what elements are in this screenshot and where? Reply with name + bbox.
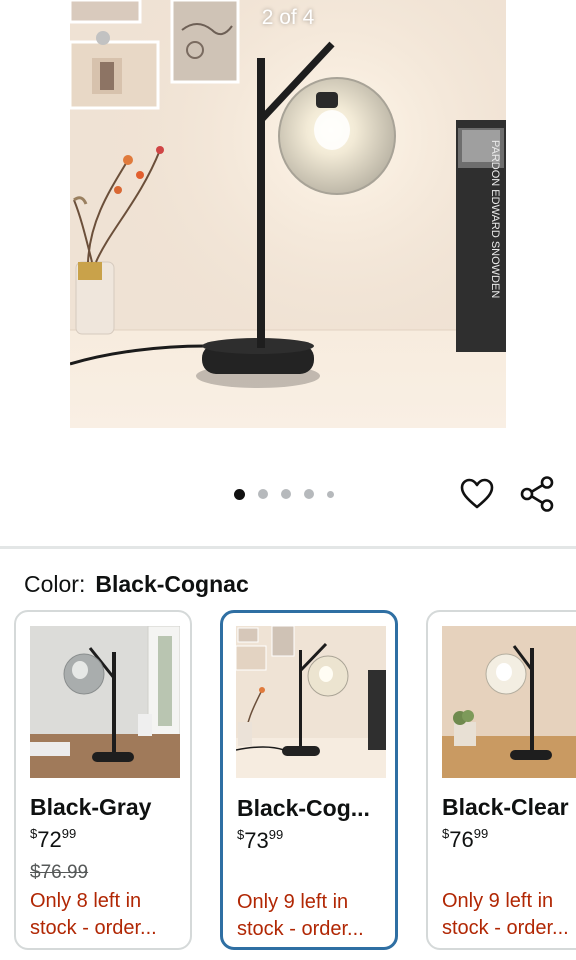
variant-stock-status: Only 9 left in stock - order... xyxy=(442,888,576,942)
variant-stock-status: Only 9 left in stock - order... xyxy=(237,889,393,943)
variant-was-price: $76.99 xyxy=(30,862,89,883)
price-fraction: 99 xyxy=(61,826,77,841)
price-whole: 72 xyxy=(37,827,62,852)
price-fraction: 99 xyxy=(473,826,489,841)
book-spine-text: PARDON EDWARD SNOWDEN xyxy=(489,140,501,298)
stock-line: stock - order... xyxy=(442,917,569,939)
carousel-dot[interactable] xyxy=(258,489,268,499)
variant-card-black-clear[interactable]: Black-Clear $7699 Only 9 left in stock -… xyxy=(426,610,576,950)
carousel-dots[interactable] xyxy=(234,488,334,500)
price-whole: 73 xyxy=(244,828,269,853)
variant-stock-status: Only 8 left in stock - order... xyxy=(30,888,186,942)
variant-thumbnail xyxy=(30,626,180,778)
selected-color: Black-Cognac xyxy=(95,571,249,597)
stock-line: stock - order... xyxy=(30,917,157,939)
color-selector-label: Color: Black-Cognac xyxy=(24,571,249,598)
variant-name: Black-Cog... xyxy=(237,795,370,821)
lamp-photo: PARDON EDWARD SNOWDEN xyxy=(70,0,506,428)
variant-card-black-cognac[interactable]: Black-Cog... $7399 Only 9 left in stock … xyxy=(220,610,398,950)
variant-thumbnail xyxy=(236,626,386,778)
variant-price: $7399 xyxy=(237,827,283,854)
color-variant-carousel[interactable]: Black-Gray $7299 $76.99 Only 8 left in s… xyxy=(0,610,576,960)
stock-line: stock - order... xyxy=(237,918,364,940)
variant-name: Black-Gray xyxy=(30,794,152,820)
section-divider xyxy=(0,546,576,549)
stock-line: Only 8 left in xyxy=(30,890,142,912)
heart-icon[interactable] xyxy=(460,477,494,511)
stock-line: Only 9 left in xyxy=(442,890,554,912)
product-image[interactable]: PARDON EDWARD SNOWDEN 2 of 4 xyxy=(70,0,506,428)
variant-name: Black-Clear xyxy=(442,794,569,820)
share-icon[interactable] xyxy=(519,476,555,512)
image-counter: 2 of 4 xyxy=(261,6,315,29)
price-fraction: 99 xyxy=(268,827,284,842)
carousel-dot[interactable] xyxy=(234,488,245,500)
variant-card-black-gray[interactable]: Black-Gray $7299 $76.99 Only 8 left in s… xyxy=(14,610,192,950)
carousel-dot[interactable] xyxy=(327,490,334,498)
stock-line: Only 9 left in xyxy=(237,891,349,913)
color-label: Color: xyxy=(24,571,86,597)
variant-price: $7299 xyxy=(30,826,76,853)
carousel-dot[interactable] xyxy=(281,489,291,499)
variant-price: $7699 xyxy=(442,826,488,853)
carousel-dot[interactable] xyxy=(304,489,314,499)
price-whole: 76 xyxy=(449,827,474,852)
variant-thumbnail xyxy=(442,626,576,778)
